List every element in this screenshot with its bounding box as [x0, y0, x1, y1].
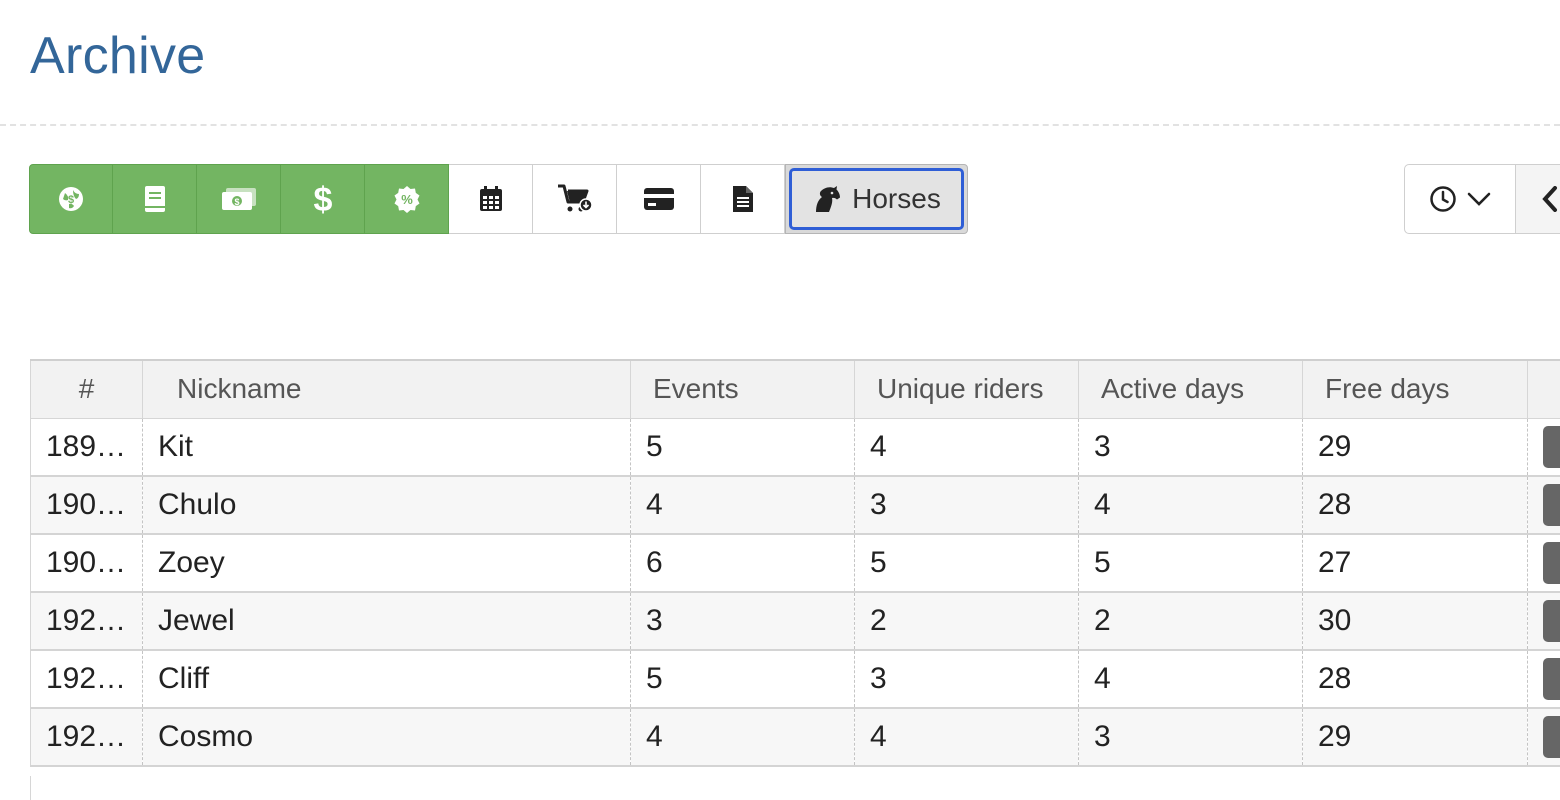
- cell-nickname: Chulo: [142, 476, 631, 535]
- horses-button-inner: Horses: [789, 168, 964, 230]
- table-header-row: # Nickname Events Unique riders Active d…: [30, 359, 1560, 419]
- cell-actions: [1527, 418, 1560, 477]
- row-action-button[interactable]: [1543, 716, 1560, 758]
- cell-id: 190…: [30, 476, 143, 535]
- row-action-button[interactable]: [1543, 542, 1560, 584]
- discount-button[interactable]: %: [365, 164, 449, 234]
- cell-active-days: 3: [1078, 418, 1303, 477]
- cell-actions: [1527, 476, 1560, 535]
- percent-badge-icon: %: [394, 186, 419, 213]
- table-row: 192… Jewel 3 2 2 30: [30, 592, 1560, 651]
- title-divider: [0, 124, 1560, 126]
- cell-active-days: 4: [1078, 476, 1303, 535]
- row-action-button[interactable]: [1543, 484, 1560, 526]
- history-dropdown[interactable]: [1404, 164, 1516, 234]
- row-action-button[interactable]: [1543, 600, 1560, 642]
- cell-nickname: Zoey: [142, 534, 631, 593]
- cell-free-days: 28: [1302, 650, 1528, 709]
- cell-actions: [1527, 592, 1560, 651]
- cell-events: 5: [630, 418, 855, 477]
- document-icon: [732, 186, 753, 212]
- cell-free-days: 29: [1302, 708, 1528, 767]
- cell-id: 192…: [30, 650, 143, 709]
- cell-unique-riders: 2: [854, 592, 1079, 651]
- cell-active-days: 3: [1078, 708, 1303, 767]
- book-icon: [144, 186, 165, 212]
- cart-download-icon: [557, 184, 593, 212]
- cell-actions: [1527, 650, 1560, 709]
- horses-table: # Nickname Events Unique riders Active d…: [30, 359, 1560, 767]
- row-action-button[interactable]: [1543, 425, 1560, 468]
- svg-text:%: %: [401, 192, 413, 207]
- cart-button[interactable]: [533, 164, 617, 234]
- view-controls: [1404, 164, 1560, 234]
- cell-id: 192…: [30, 592, 143, 651]
- ledger-button[interactable]: [113, 164, 197, 234]
- calendar-button[interactable]: [449, 164, 533, 234]
- horses-button-label: Horses: [852, 183, 941, 214]
- cell-active-days: 5: [1078, 534, 1303, 593]
- cell-unique-riders: 3: [854, 476, 1079, 535]
- horse-icon: [816, 186, 841, 212]
- globe-money-icon: $: [59, 187, 83, 211]
- cell-events: 3: [630, 592, 855, 651]
- cash-button[interactable]: $: [197, 164, 281, 234]
- calendar-icon: [479, 186, 502, 211]
- cell-free-days: 29: [1302, 418, 1528, 477]
- credit-card-icon: [643, 188, 674, 210]
- cell-nickname: Cliff: [142, 650, 631, 709]
- svg-text:$: $: [68, 194, 74, 206]
- dollar-icon: $: [313, 182, 332, 216]
- payment-card-button[interactable]: [617, 164, 701, 234]
- clock-icon: [1430, 186, 1456, 212]
- column-header-nickname[interactable]: Nickname: [142, 359, 631, 419]
- cell-nickname: Kit: [142, 418, 631, 477]
- column-header-events[interactable]: Events: [630, 359, 855, 419]
- cell-nickname: Jewel: [142, 592, 631, 651]
- cell-id: 189…: [30, 418, 143, 477]
- svg-text:$: $: [234, 197, 239, 207]
- chevron-left-icon: [1542, 186, 1557, 212]
- column-header-id[interactable]: #: [30, 359, 143, 419]
- cell-id: 192…: [30, 708, 143, 767]
- cell-events: 4: [630, 476, 855, 535]
- table-row: 192… Cosmo 4 4 3 29: [30, 708, 1560, 767]
- cell-id: 190…: [30, 534, 143, 593]
- cell-free-days: 30: [1302, 592, 1528, 651]
- page-title: Archive: [30, 27, 206, 85]
- table-row: 190… Zoey 6 5 5 27: [30, 534, 1560, 593]
- horses-button[interactable]: Horses: [785, 164, 968, 234]
- document-button[interactable]: [701, 164, 785, 234]
- financial-overview-button[interactable]: $: [29, 164, 113, 234]
- table-row: 190… Chulo 4 3 4 28: [30, 476, 1560, 535]
- table-footer-area: [30, 776, 1560, 800]
- svg-text:$: $: [313, 182, 332, 216]
- table-row: 189… Kit 5 4 3 29: [30, 418, 1560, 477]
- cell-events: 4: [630, 708, 855, 767]
- cell-active-days: 2: [1078, 592, 1303, 651]
- money-bill-icon: $: [221, 188, 256, 210]
- cell-unique-riders: 4: [854, 418, 1079, 477]
- cell-nickname: Cosmo: [142, 708, 631, 767]
- cell-unique-riders: 5: [854, 534, 1079, 593]
- cell-free-days: 27: [1302, 534, 1528, 593]
- cell-actions: [1527, 708, 1560, 767]
- cell-events: 5: [630, 650, 855, 709]
- cell-unique-riders: 4: [854, 708, 1079, 767]
- table-row: 192… Cliff 5 3 4 28: [30, 650, 1560, 709]
- cell-actions: [1527, 534, 1560, 593]
- column-header-active-days[interactable]: Active days: [1078, 359, 1303, 419]
- row-action-button[interactable]: [1543, 658, 1560, 700]
- report-toolbar: $ $ $ % Horses: [29, 164, 968, 234]
- cell-free-days: 28: [1302, 476, 1528, 535]
- dollar-button[interactable]: $: [281, 164, 365, 234]
- cell-unique-riders: 3: [854, 650, 1079, 709]
- column-header-free-days[interactable]: Free days: [1302, 359, 1528, 419]
- chevron-down-icon: [1467, 192, 1491, 206]
- previous-button[interactable]: [1516, 164, 1560, 234]
- column-header-unique-riders[interactable]: Unique riders: [854, 359, 1079, 419]
- cell-active-days: 4: [1078, 650, 1303, 709]
- cell-events: 6: [630, 534, 855, 593]
- column-header-actions: [1527, 359, 1560, 419]
